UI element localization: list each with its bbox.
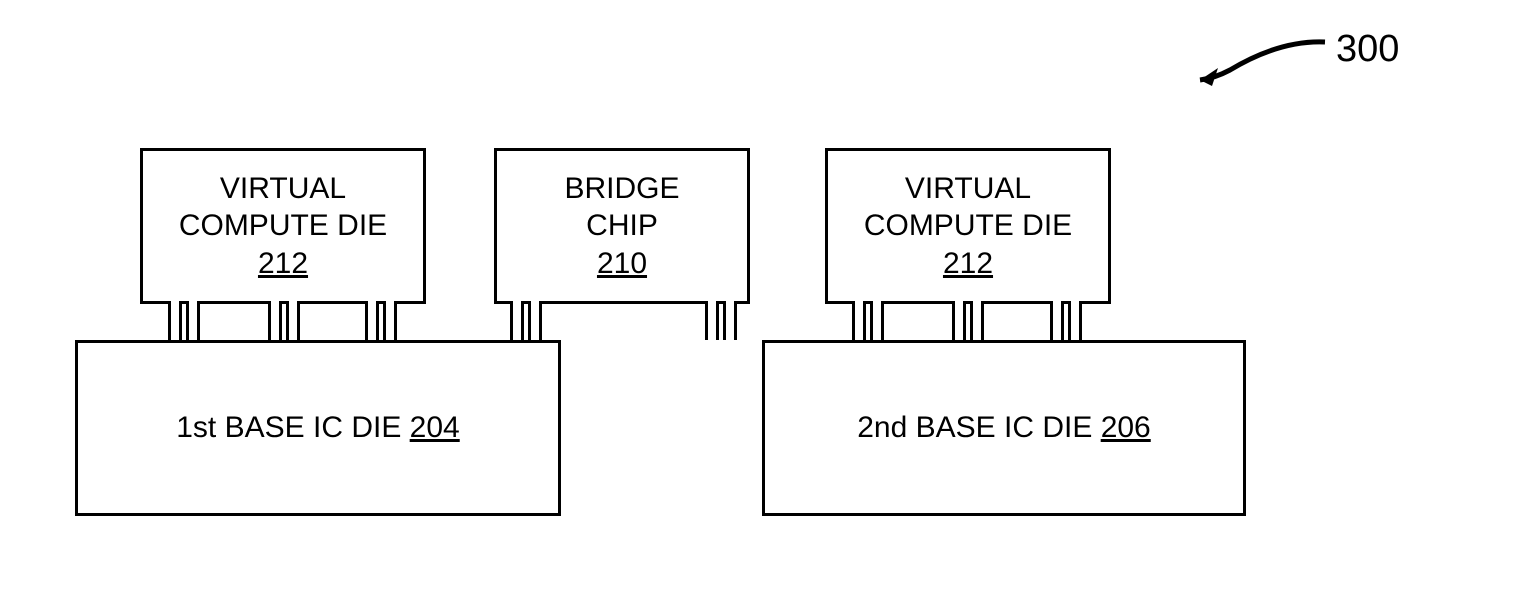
- connector-pin: [852, 301, 866, 340]
- base-right-ref: 206: [1101, 411, 1151, 444]
- bridge-line2: CHIP: [586, 207, 658, 245]
- connector-pin: [268, 301, 282, 340]
- base-left-line: 1st BASE IC DIE 204: [176, 409, 459, 447]
- connector-pin: [286, 301, 300, 340]
- connector-pin: [186, 301, 200, 340]
- base-right-label: 2nd BASE IC DIE: [857, 411, 1100, 444]
- vcd-right-line1: VIRTUAL: [905, 170, 1031, 208]
- figure-reference-number: 300: [1336, 28, 1399, 71]
- base-left-ref: 204: [410, 411, 460, 444]
- virtual-compute-die-right: VIRTUAL COMPUTE DIE 212: [825, 148, 1111, 304]
- bridge-chip: BRIDGE CHIP 210: [494, 148, 750, 304]
- connector-pin: [1068, 301, 1082, 340]
- base-ic-die-right: 2nd BASE IC DIE 206: [762, 340, 1246, 516]
- connector-pin: [383, 301, 397, 340]
- connector-pin: [365, 301, 379, 340]
- vcd-right-ref: 212: [943, 245, 993, 283]
- connector-pin: [528, 301, 542, 340]
- vcd-left-ref: 212: [258, 245, 308, 283]
- connector-pin: [705, 301, 719, 340]
- base-ic-die-left: 1st BASE IC DIE 204: [75, 340, 561, 516]
- connector-pin: [168, 301, 182, 340]
- base-right-line: 2nd BASE IC DIE 206: [857, 409, 1151, 447]
- vcd-left-line1: VIRTUAL: [220, 170, 346, 208]
- connector-pin: [723, 301, 737, 340]
- virtual-compute-die-left: VIRTUAL COMPUTE DIE 212: [140, 148, 426, 304]
- connector-pin: [510, 301, 524, 340]
- figure-reference-text: 300: [1336, 28, 1399, 70]
- connector-pin: [1050, 301, 1064, 340]
- bridge-ref: 210: [597, 245, 647, 283]
- connector-pin: [870, 301, 884, 340]
- bridge-line1: BRIDGE: [564, 170, 679, 208]
- curved-arrow-icon: [1190, 30, 1330, 90]
- base-left-label: 1st BASE IC DIE: [176, 411, 409, 444]
- connector-pin: [970, 301, 984, 340]
- connector-pin: [952, 301, 966, 340]
- vcd-right-line2: COMPUTE DIE: [864, 207, 1072, 245]
- vcd-left-line2: COMPUTE DIE: [179, 207, 387, 245]
